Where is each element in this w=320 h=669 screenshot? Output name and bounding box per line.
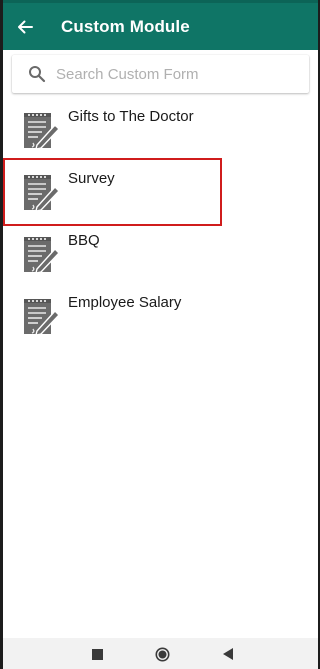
form-document-icon [24, 113, 60, 150]
app-bar: Custom Module [3, 0, 318, 50]
arrow-left-icon [18, 20, 33, 34]
back-nav-button[interactable] [220, 646, 236, 662]
form-document-icon [24, 237, 60, 274]
form-item-label: Survey [68, 170, 115, 187]
form-item-survey[interactable]: Survey [3, 160, 318, 222]
status-bar [3, 0, 318, 3]
search-icon [29, 66, 46, 83]
form-item-label: Employee Salary [68, 294, 182, 311]
back-button[interactable] [13, 15, 37, 39]
form-item-label: BBQ [68, 232, 100, 249]
app-screen: Custom Module Gifts to The Doctor [3, 0, 318, 669]
home-button[interactable] [154, 646, 170, 662]
recent-apps-button[interactable] [89, 646, 105, 662]
form-item-bbq[interactable]: BBQ [3, 222, 318, 284]
form-item-gifts-to-the-doctor[interactable]: Gifts to The Doctor [3, 98, 318, 160]
form-item-label: Gifts to The Doctor [68, 108, 194, 125]
back-triangle-icon [222, 648, 233, 660]
form-item-employee-salary[interactable]: Employee Salary [3, 284, 318, 346]
form-document-icon [24, 299, 60, 336]
custom-form-list: Gifts to The Doctor Survey BBQ Employee … [3, 98, 318, 346]
search-bar [12, 55, 309, 93]
form-document-icon [24, 175, 60, 212]
page-title: Custom Module [61, 17, 190, 36]
search-input[interactable] [56, 62, 296, 86]
home-icon [155, 647, 169, 661]
system-nav-bar [3, 638, 318, 669]
recent-apps-icon [91, 648, 103, 660]
